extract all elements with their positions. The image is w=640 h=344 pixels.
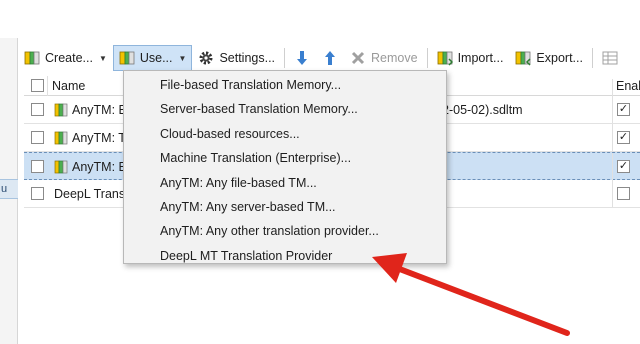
row-name: DeepL Trans [54, 187, 125, 201]
create-button[interactable]: Create... ▼ [18, 45, 113, 71]
toolbar-separator [426, 48, 428, 68]
row-checkbox[interactable] [31, 187, 44, 200]
settings-button-label: Settings... [219, 51, 276, 65]
menu-item-anytm-file-based[interactable]: AnyTM: Any file-based TM... [124, 171, 446, 195]
menu-item-machine-translation[interactable]: Machine Translation (Enterprise)... [124, 146, 446, 170]
enabled-checkbox[interactable]: ✓ [617, 160, 630, 173]
import-button-label: Import... [457, 51, 504, 65]
arrow-up-icon [325, 51, 336, 65]
use-button[interactable]: Use... ▼ [112, 45, 193, 71]
left-panel: u [0, 38, 18, 344]
settings-button[interactable]: Settings... [192, 45, 281, 71]
row-name: AnyTM: E [54, 103, 127, 117]
left-panel-selected-item[interactable]: u [0, 179, 18, 199]
menu-item-cloud-resources[interactable]: Cloud-based resources... [124, 122, 446, 146]
menu-item-anytm-server-based[interactable]: AnyTM: Any server-based TM... [124, 195, 446, 219]
create-button-label: Create... [45, 51, 93, 65]
row-name-text: AnyTM: T [72, 131, 126, 145]
move-up-button[interactable] [316, 45, 344, 71]
export-button[interactable]: Export... [509, 45, 589, 71]
remove-button-label: Remove [371, 51, 418, 65]
chevron-down-icon: ▼ [98, 53, 107, 63]
toolbar-separator [284, 48, 286, 68]
row-path: 2-05-02).sdltm [442, 103, 523, 117]
enabled-cell: ✓ [612, 96, 640, 123]
toolbar-separator [591, 48, 593, 68]
column-header-enabled[interactable]: Enab [612, 79, 640, 96]
move-down-button[interactable] [288, 45, 316, 71]
export-button-label: Export... [536, 51, 583, 65]
row-checkbox[interactable] [31, 131, 44, 144]
menu-item-deepl-mt[interactable]: DeepL MT Translation Provider [124, 244, 446, 268]
enabled-checkbox[interactable]: ✓ [617, 131, 630, 144]
grid-icon [602, 51, 618, 65]
more-button[interactable] [596, 45, 629, 71]
enabled-cell: ✓ [612, 124, 640, 151]
gear-icon [199, 51, 213, 65]
select-all-checkbox[interactable] [31, 79, 44, 92]
remove-icon [351, 51, 365, 65]
row-checkbox[interactable] [31, 160, 44, 173]
use-button-label: Use... [139, 51, 173, 65]
enabled-cell [612, 180, 640, 207]
row-checkbox[interactable] [31, 103, 44, 116]
chevron-down-icon: ▼ [178, 53, 187, 63]
use-tm-icon [119, 51, 135, 65]
menu-item-anytm-other-provider[interactable]: AnyTM: Any other translation provider... [124, 219, 446, 243]
enabled-checkbox[interactable]: ✓ [617, 103, 630, 116]
export-icon [516, 51, 531, 66]
row-name-text: DeepL Trans [54, 187, 126, 201]
toolbar: Create... ▼ Use... ▼ Settings... Remove … [18, 44, 640, 72]
arrow-down-icon [297, 51, 308, 65]
row-name-text: AnyTM: E [72, 103, 127, 117]
create-tm-icon [24, 51, 40, 65]
row-name: AnyTM: B [54, 160, 127, 174]
menu-item-file-based-tm[interactable]: File-based Translation Memory... [124, 73, 446, 97]
enabled-checkbox[interactable] [617, 187, 630, 200]
tm-icon [54, 103, 68, 117]
select-all-column [24, 76, 48, 96]
tm-icon [54, 160, 68, 174]
remove-button[interactable]: Remove [344, 45, 424, 71]
import-icon [437, 51, 453, 66]
tm-icon [54, 131, 68, 145]
column-header-name[interactable]: Name [52, 79, 85, 93]
row-name: AnyTM: T [54, 131, 126, 145]
menu-item-server-based-tm[interactable]: Server-based Translation Memory... [124, 97, 446, 121]
row-name-text: AnyTM: B [72, 160, 127, 174]
import-button[interactable]: Import... [431, 45, 510, 71]
use-dropdown-menu: File-based Translation Memory... Server-… [123, 70, 447, 264]
enabled-cell: ✓ [612, 153, 640, 180]
